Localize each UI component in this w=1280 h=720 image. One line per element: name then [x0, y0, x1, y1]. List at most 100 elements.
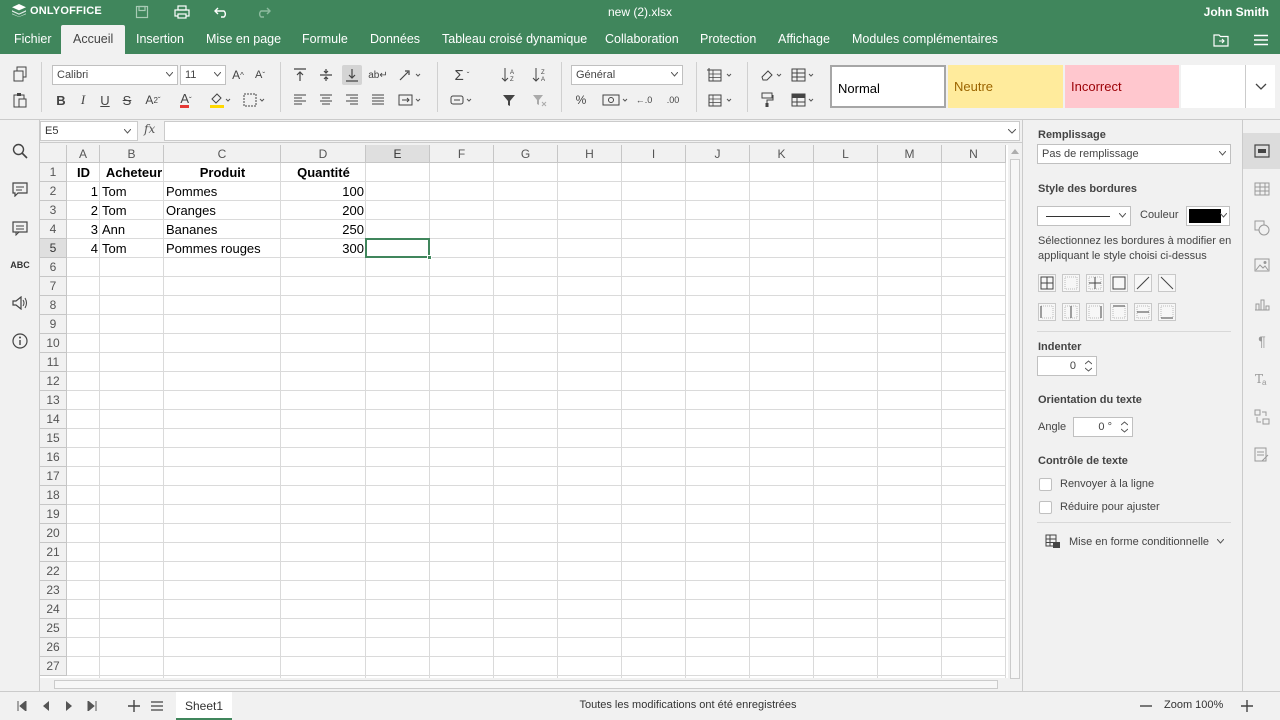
column-header-j[interactable]: J — [686, 145, 750, 163]
scrollbar-thumb[interactable] — [54, 680, 998, 689]
format-as-table-icon[interactable] — [789, 90, 817, 110]
row-header-20[interactable]: 20 — [40, 524, 67, 543]
align-top-icon[interactable] — [290, 65, 310, 85]
row-header-10[interactable]: 10 — [40, 334, 67, 353]
delete-cells-icon[interactable] — [706, 90, 736, 110]
justify-icon[interactable] — [368, 90, 388, 110]
data-cell[interactable]: Pommes rouges — [164, 239, 281, 258]
column-header-n[interactable]: N — [942, 145, 1006, 163]
align-right-icon[interactable] — [342, 90, 362, 110]
tab-page-layout[interactable]: Mise en page — [197, 25, 290, 54]
row-header-3[interactable]: 3 — [40, 201, 67, 220]
bold-icon[interactable]: B — [51, 90, 71, 110]
column-header-e[interactable]: E — [366, 145, 430, 163]
image-settings-icon[interactable] — [1252, 255, 1272, 275]
border-outer-icon[interactable] — [1110, 274, 1128, 292]
align-left-icon[interactable] — [290, 90, 310, 110]
row-header-18[interactable]: 18 — [40, 486, 67, 505]
tab-data[interactable]: Données — [361, 25, 429, 54]
tab-insert[interactable]: Insertion — [127, 25, 193, 54]
tab-plugins[interactable]: Modules complémentaires — [843, 25, 1007, 54]
subscript-icon[interactable]: A2ˇ — [140, 90, 166, 110]
table-settings-icon[interactable] — [1252, 179, 1272, 199]
vertical-scrollbar[interactable] — [1008, 145, 1022, 679]
feedback-icon[interactable] — [10, 293, 30, 313]
info-icon[interactable] — [10, 331, 30, 351]
zoom-level[interactable]: Zoom 100% — [1164, 699, 1223, 711]
data-cell[interactable]: 100 — [281, 182, 366, 201]
align-center-icon[interactable] — [316, 90, 336, 110]
percent-icon[interactable]: % — [571, 90, 591, 110]
row-header-15[interactable]: 15 — [40, 429, 67, 448]
column-header-b[interactable]: B — [100, 145, 164, 163]
cell-style-neutral[interactable]: Neutre — [948, 65, 1063, 108]
paste-icon[interactable] — [10, 90, 30, 110]
row-header-4[interactable]: 4 — [40, 220, 67, 239]
column-header-m[interactable]: M — [878, 145, 942, 163]
row-header-1[interactable]: 1 — [40, 163, 67, 182]
accounting-icon[interactable] — [601, 90, 631, 110]
row-header-19[interactable]: 19 — [40, 505, 67, 524]
border-style-select[interactable] — [1037, 206, 1131, 226]
copy-icon[interactable] — [10, 64, 30, 84]
border-left-icon[interactable] — [1038, 303, 1056, 321]
function-icon[interactable]: fx — [144, 122, 155, 136]
formula-input[interactable] — [164, 121, 1020, 141]
data-cell[interactable]: Tom — [100, 201, 168, 220]
border-bottom-icon[interactable] — [1158, 303, 1176, 321]
row-header-5[interactable]: 5 — [40, 239, 67, 258]
clear-filter-icon[interactable] — [530, 90, 550, 110]
row-header-6[interactable]: 6 — [40, 258, 67, 277]
decrease-decimal-icon[interactable]: ←.0 — [634, 90, 654, 110]
spreadsheet-grid[interactable]: ABCDEFGHIJKLMN 1 2 3 4 5 6 7 8 9 10 11 12 13 14 15 16 17… — [40, 145, 1008, 678]
row-header-8[interactable]: 8 — [40, 296, 67, 315]
data-cell[interactable]: 3 — [67, 220, 100, 239]
search-icon[interactable] — [10, 141, 30, 161]
expand-formula-icon[interactable] — [1008, 129, 1016, 134]
fill-handle[interactable] — [427, 255, 432, 260]
name-box[interactable]: E5 — [40, 121, 138, 141]
scrollbar-thumb[interactable] — [1010, 159, 1020, 679]
data-cell[interactable]: 250 — [281, 220, 366, 239]
column-header-l[interactable]: L — [814, 145, 878, 163]
data-cell[interactable]: 200 — [281, 201, 366, 220]
cell-style-normal[interactable]: Normal — [830, 65, 946, 108]
cell-style-incorrect[interactable]: Incorrect — [1065, 65, 1179, 108]
signature-settings-icon[interactable] — [1252, 445, 1272, 465]
align-bottom-icon[interactable] — [342, 65, 362, 85]
sort-ascending-icon[interactable]: AZ — [499, 65, 519, 85]
horizontal-scrollbar[interactable] — [40, 678, 1008, 691]
pivot-settings-icon[interactable] — [1252, 407, 1272, 427]
row-header-16[interactable]: 16 — [40, 448, 67, 467]
data-cell[interactable]: Tom — [100, 182, 168, 201]
border-inner-horizontal-icon[interactable] — [1134, 303, 1152, 321]
border-all-icon[interactable] — [1038, 274, 1056, 292]
named-ranges-icon[interactable] — [448, 90, 476, 110]
row-header-12[interactable]: 12 — [40, 372, 67, 391]
italic-icon[interactable]: I — [73, 90, 93, 110]
tab-pivot-table[interactable]: Tableau croisé dynamique — [433, 25, 596, 54]
underline-icon[interactable]: U — [95, 90, 115, 110]
comments-icon[interactable] — [10, 179, 30, 199]
tab-collaboration[interactable]: Collaboration — [596, 25, 688, 54]
indent-input[interactable]: 0 — [1037, 356, 1097, 376]
data-cell[interactable]: Bananes — [164, 220, 281, 239]
fill-color-icon[interactable] — [207, 90, 233, 110]
tab-view[interactable]: Affichage — [769, 25, 839, 54]
cell-settings-icon[interactable] — [1252, 141, 1272, 161]
data-cell[interactable]: 300 — [281, 239, 366, 258]
column-header-c[interactable]: C — [164, 145, 281, 163]
border-inner-icon[interactable] — [1086, 274, 1104, 292]
text-orientation-icon[interactable] — [396, 65, 424, 85]
shape-settings-icon[interactable] — [1252, 218, 1272, 238]
number-format-select[interactable]: Général — [571, 65, 683, 85]
data-cell[interactable]: Ann — [100, 220, 168, 239]
data-cell[interactable]: 4 — [67, 239, 100, 258]
zoom-out-icon[interactable] — [1136, 696, 1156, 716]
font-color-icon[interactable]: Aˇ — [173, 90, 199, 110]
border-inner-vertical-icon[interactable] — [1062, 303, 1080, 321]
stepper-icon[interactable] — [1121, 421, 1128, 433]
data-cell[interactable]: 1 — [67, 182, 100, 201]
sum-icon[interactable]: Σˇ — [448, 65, 476, 85]
shrink-to-fit-checkbox[interactable] — [1039, 501, 1052, 514]
